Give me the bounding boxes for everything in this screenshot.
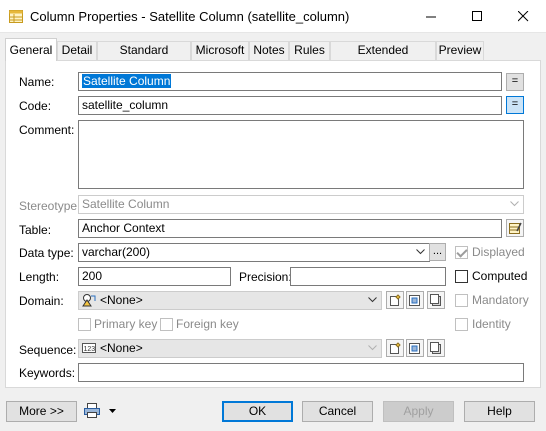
apply-button[interactable]: Apply <box>383 401 454 422</box>
sequence-label: Sequence: <box>19 343 77 357</box>
foreign-key-label: Foreign key <box>176 317 239 331</box>
table-field: Anchor Context <box>78 219 502 238</box>
minimize-button[interactable] <box>408 0 454 33</box>
code-name-sync-button[interactable]: = <box>506 96 524 114</box>
ok-button[interactable]: OK <box>222 401 293 422</box>
new-object-icon <box>390 294 401 306</box>
svg-text:123: 123 <box>84 346 96 353</box>
chevron-down-icon <box>510 201 519 207</box>
minimize-icon <box>426 16 436 18</box>
domain-value: <None> <box>100 293 143 307</box>
primary-key-label: Primary key <box>94 317 158 331</box>
chevron-down-icon <box>416 249 425 255</box>
table-value: Anchor Context <box>82 221 165 235</box>
computed-checkbox[interactable] <box>455 270 468 283</box>
precision-input[interactable] <box>290 267 446 286</box>
close-button[interactable] <box>500 0 546 33</box>
code-value: satellite_column <box>82 98 169 112</box>
new-object-icon <box>390 342 401 354</box>
tab-rules[interactable]: Rules <box>289 41 330 60</box>
length-value: 200 <box>82 269 103 283</box>
name-code-sync-button[interactable]: = <box>506 73 524 91</box>
identity-label: Identity <box>472 317 511 331</box>
tab-notes[interactable]: Notes <box>249 41 289 60</box>
displayed-label: Displayed <box>472 245 525 259</box>
properties-icon <box>409 295 420 306</box>
properties-table-icon <box>9 10 23 23</box>
properties-icon <box>409 343 420 354</box>
select-object-icon <box>430 342 441 354</box>
stereotype-value: Satellite Column <box>82 197 170 211</box>
title-bar[interactable]: Column Properties - Satellite Column (sa… <box>0 0 546 33</box>
domain-combo[interactable]: <None> <box>78 291 382 310</box>
tab-extended-attributes[interactable]: Extended Attributes <box>330 41 436 74</box>
chevron-down-icon <box>368 297 377 303</box>
chevron-down-icon <box>368 345 377 351</box>
datatype-combo[interactable]: varchar(200) <box>78 243 430 262</box>
primary-key-checkbox[interactable] <box>78 318 91 331</box>
domain-label: Domain: <box>19 294 64 308</box>
sequence-create-button[interactable] <box>386 339 404 357</box>
displayed-checkbox[interactable] <box>455 246 468 259</box>
domain-icon <box>82 294 96 307</box>
tab-preview[interactable]: Preview <box>436 41 484 60</box>
help-button[interactable]: Help <box>464 401 535 422</box>
stereotype-combo[interactable]: Satellite Column <box>78 195 524 214</box>
comment-label: Comment: <box>19 123 75 137</box>
properties-icon <box>509 222 522 234</box>
sequence-properties-button[interactable] <box>406 339 424 357</box>
mandatory-checkbox[interactable] <box>455 294 468 307</box>
printer-icon <box>84 403 100 418</box>
name-label: Name: <box>19 75 55 89</box>
datatype-value: varchar(200) <box>82 245 151 259</box>
computed-label: Computed <box>472 269 528 283</box>
caret-down-icon <box>109 409 116 413</box>
close-icon <box>518 11 529 22</box>
tab-microsoft[interactable]: Microsoft <box>191 41 249 60</box>
sequence-value: <None> <box>100 341 143 355</box>
select-object-icon <box>430 294 441 306</box>
table-properties-button[interactable] <box>506 219 524 237</box>
identity-checkbox[interactable] <box>455 318 468 331</box>
window-title: Column Properties - Satellite Column (sa… <box>30 9 350 24</box>
sequence-combo[interactable]: 123 <None> <box>78 339 382 358</box>
stereotype-label: Stereotype: <box>19 199 81 213</box>
length-input[interactable]: 200 <box>78 267 231 286</box>
domain-properties-button[interactable] <box>406 291 424 309</box>
table-label: Table: <box>19 223 52 237</box>
mandatory-label: Mandatory <box>472 293 529 307</box>
precision-label: Precision: <box>239 270 292 284</box>
domain-select-button[interactable] <box>427 291 445 309</box>
code-input[interactable]: satellite_column <box>78 96 502 115</box>
datatype-browse-button[interactable]: ... <box>429 243 446 261</box>
more-button[interactable]: More >> <box>6 401 77 422</box>
maximize-icon <box>472 11 482 21</box>
sequence-select-button[interactable] <box>427 339 445 357</box>
length-label: Length: <box>19 270 60 284</box>
tab-detail[interactable]: Detail <box>57 41 97 60</box>
tab-standard-checks[interactable]: Standard Checks <box>97 41 191 74</box>
cancel-button[interactable]: Cancel <box>302 401 373 422</box>
datatype-label: Data type: <box>19 246 74 260</box>
name-input[interactable]: Satellite Column <box>78 72 502 91</box>
keywords-label: Keywords: <box>19 366 76 380</box>
name-value: Satellite Column <box>82 74 172 88</box>
code-label: Code: <box>19 99 52 113</box>
keywords-input[interactable] <box>78 363 524 382</box>
print-menu-button[interactable] <box>84 402 120 422</box>
sequence-icon: 123 <box>82 343 96 353</box>
general-panel: Name: Satellite Column = Code: satellite… <box>5 60 541 388</box>
comment-textarea[interactable] <box>78 120 524 189</box>
tab-general[interactable]: General <box>5 38 57 61</box>
foreign-key-checkbox[interactable] <box>160 318 173 331</box>
maximize-button[interactable] <box>454 0 500 33</box>
domain-create-button[interactable] <box>386 291 404 309</box>
